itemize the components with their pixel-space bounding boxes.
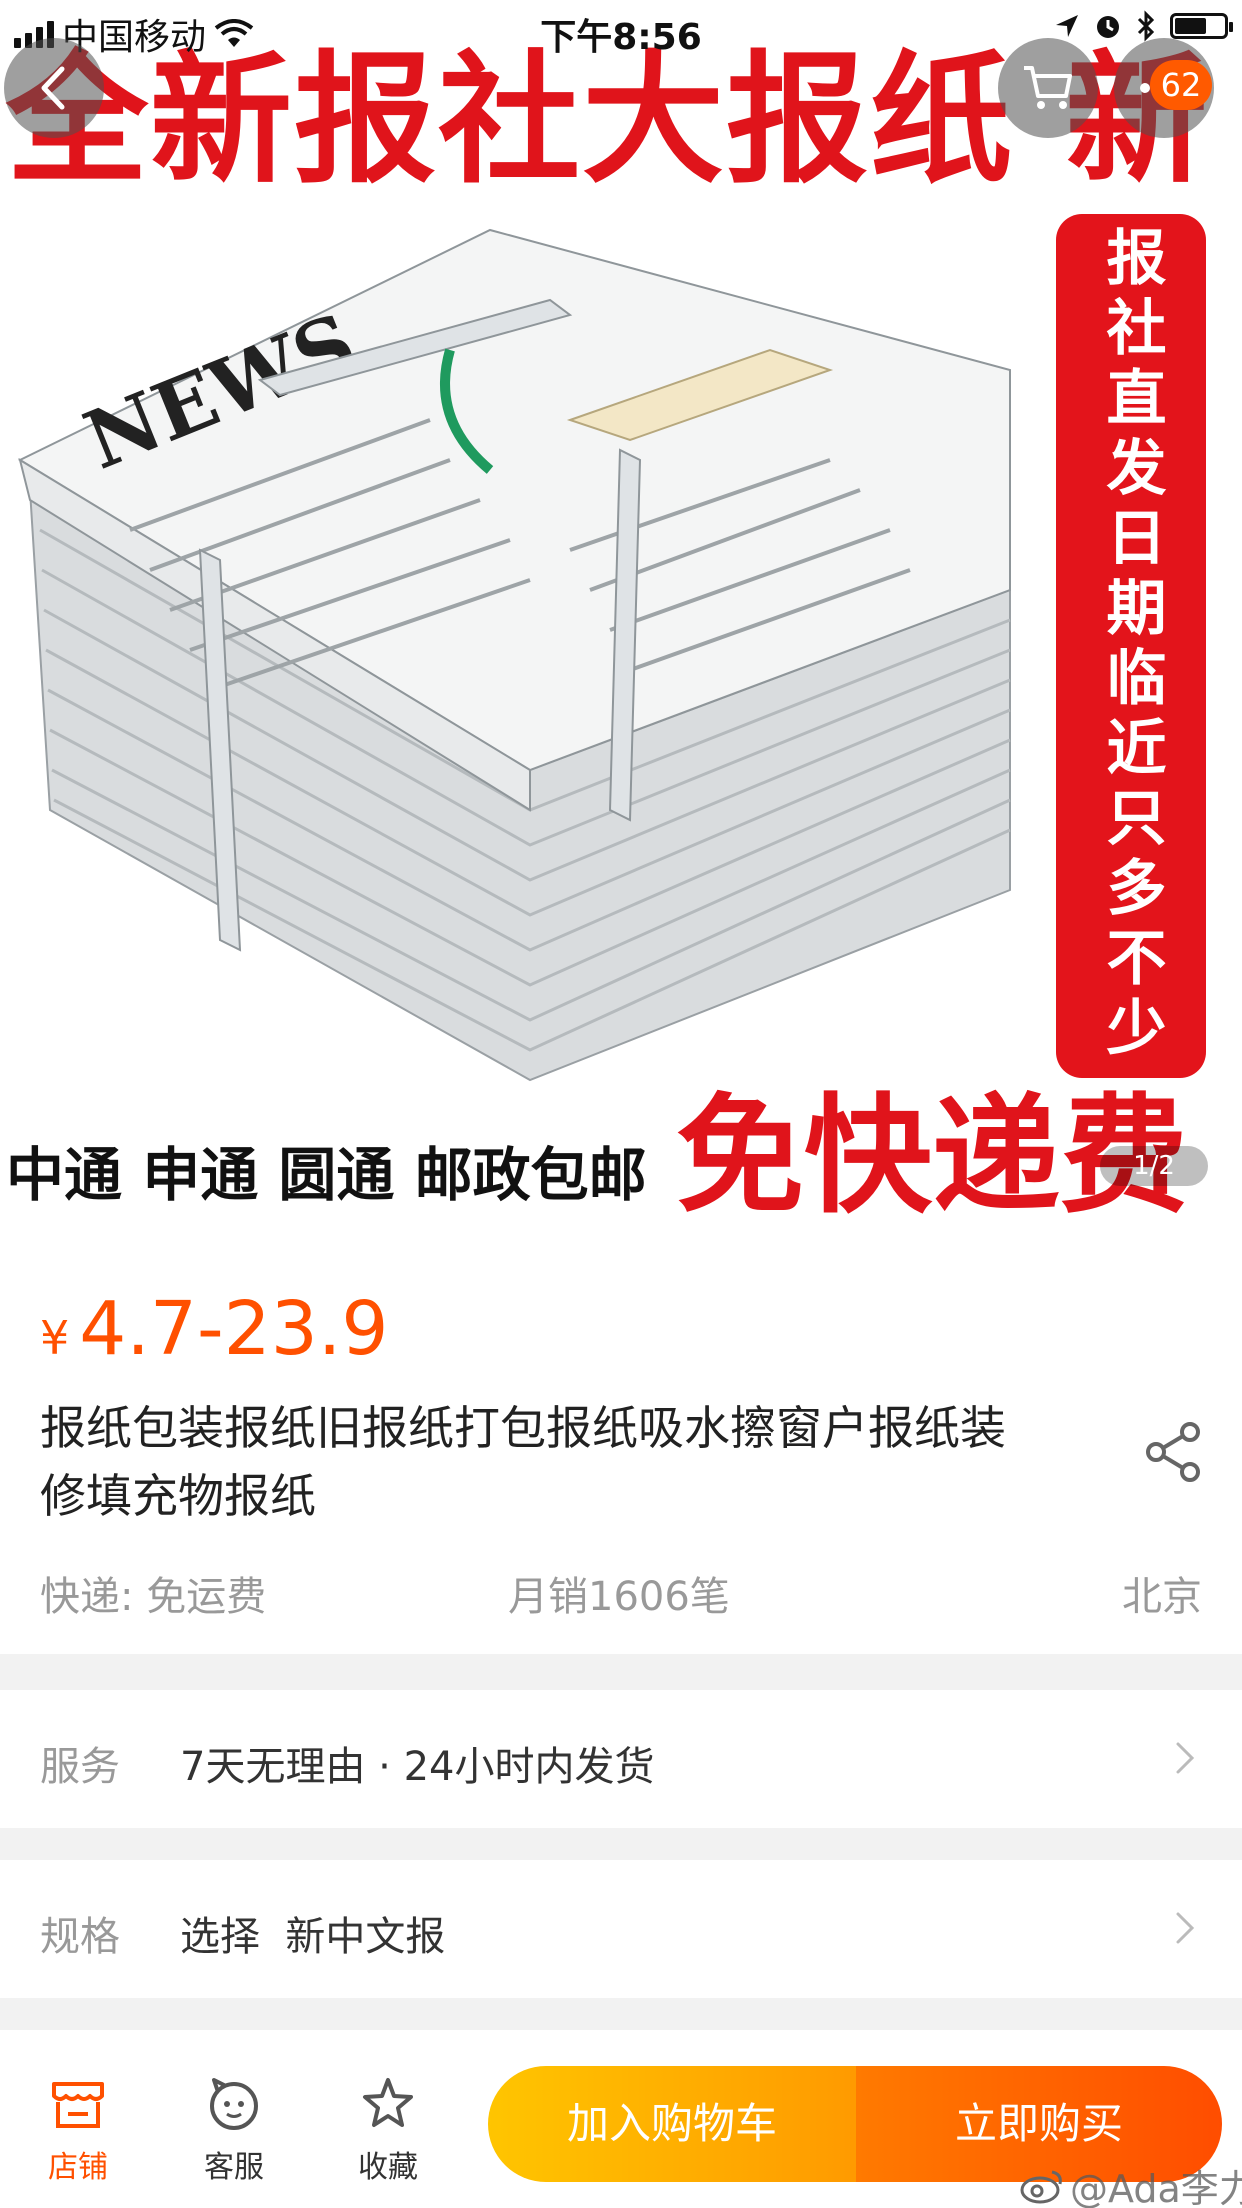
meta-row: 快递: 免运费 月销1606笔 北京 — [40, 1564, 1202, 1620]
cart-icon — [1024, 66, 1072, 109]
product-detail-page: 全新报社大报纸 新 NEWS 报社直发日期临近只多不少 中通 申通 圆通 邮政包… — [0, 0, 1242, 2208]
service-label: 服务 — [40, 1744, 120, 1790]
service-row[interactable]: 服务 7天无理由 · 24小时内发货 — [0, 1690, 1242, 1828]
price-currency-symbol: ¥ — [40, 1311, 70, 1365]
store-label: 店铺 — [48, 2150, 108, 2185]
chevron-right-icon — [1176, 1742, 1195, 1774]
location-arrow-icon — [1056, 15, 1078, 37]
hero-courier-text: 中通 申通 圆通 邮政包邮 — [6, 1141, 647, 1209]
product-info-panel: ¥4.7-23.9 报纸包装报纸旧报纸打包报纸吸水擦窗户报纸装修填充物报纸 快递… — [0, 1242, 1242, 1654]
customer-service-icon — [210, 2078, 258, 2130]
store-icon — [52, 2082, 104, 2128]
hero-side-text: 报社直发日期临近只多不少 — [1096, 226, 1166, 1066]
star-icon — [363, 2078, 413, 2127]
share-button[interactable] — [1140, 1418, 1208, 1486]
image-pager-indicator: 1/2 — [1100, 1146, 1208, 1186]
service-value: 7天无理由 · 24小时内发货 — [180, 1744, 655, 1790]
cart-button[interactable] — [998, 38, 1098, 138]
customer-service-tab[interactable]: 客服 — [174, 2074, 294, 2186]
back-button[interactable] — [4, 38, 104, 138]
favorite-label: 收藏 — [358, 2150, 418, 2185]
share-icon — [1146, 1422, 1200, 1482]
chevron-left-icon — [41, 66, 65, 110]
shipping-fee: 快递: 免运费 — [40, 1574, 267, 1620]
hero-courier-strip: 中通 申通 圆通 邮政包邮 — [0, 1122, 660, 1209]
product-title: 报纸包装报纸旧报纸打包报纸吸水擦窗户报纸装修填充物报纸 — [40, 1401, 1006, 1523]
weibo-logo-icon — [1020, 2170, 1062, 2203]
cart-count-badge: 62 — [1150, 60, 1212, 110]
newspaper-stack-illustration: NEWS — [17, 228, 1011, 1082]
spec-row[interactable]: 规格 选择 新中文报 — [0, 1860, 1242, 1998]
add-to-cart-button[interactable]: 加入购物车 — [488, 2066, 856, 2182]
battery-icon — [1170, 13, 1233, 39]
spec-label: 规格 — [40, 1914, 120, 1960]
bluetooth-icon — [1137, 10, 1155, 42]
customer-service-label: 客服 — [204, 2150, 264, 2185]
price-range: 4.7-23.9 — [79, 1286, 389, 1372]
product-image-carousel[interactable]: 全新报社大报纸 新 NEWS 报社直发日期临近只多不少 中通 申通 圆通 邮政包… — [0, 0, 1242, 1242]
ship-from-location: 北京 — [1122, 1574, 1202, 1620]
alarm-icon — [1097, 16, 1119, 38]
favorite-tab[interactable]: 收藏 — [328, 2074, 448, 2186]
hero-side-tag: 报社直发日期临近只多不少 — [1056, 214, 1206, 1078]
watermark: @Ada李力 — [1020, 2158, 1242, 2208]
chevron-right-icon — [1176, 1912, 1195, 1944]
store-tab[interactable]: 店铺 — [18, 2074, 138, 2186]
status-right — [1054, 10, 1233, 42]
watermark-text: @Ada李力 — [1070, 2167, 1242, 2208]
spec-value: 选择 新中文报 — [180, 1914, 446, 1960]
price: ¥4.7-23.9 — [40, 1286, 388, 1372]
monthly-sales: 月销1606笔 — [508, 1574, 730, 1620]
